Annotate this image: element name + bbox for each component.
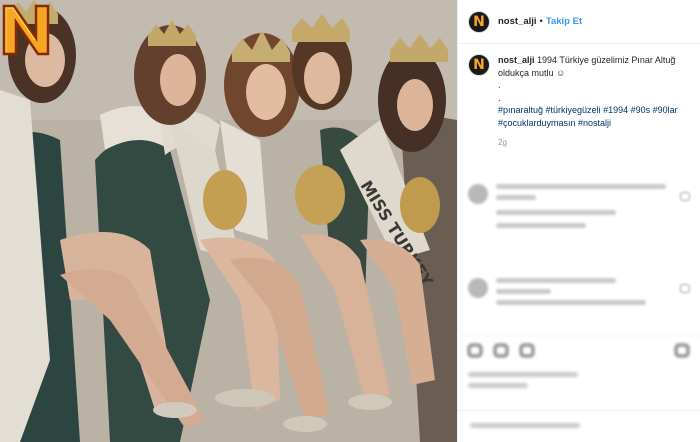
caption-username[interactable]: nost_alji (498, 55, 535, 65)
blurred-comment-2 (468, 278, 646, 311)
caption-avatar[interactable]: N (468, 54, 490, 76)
likes-count-blurred (468, 372, 578, 394)
action-bar (458, 335, 700, 365)
caption-body: nost_alji 1994 Türkiye güzelimiz Pınar A… (498, 54, 690, 150)
separator-dot: • (539, 16, 543, 27)
avatar-letter: N (473, 13, 485, 30)
post-header: N nost_alji • Takip Et (458, 0, 700, 44)
caption-dot-1: . (498, 80, 501, 90)
beauty-queens-photo: MISS TURKEY (0, 0, 457, 442)
bookmark-icon[interactable] (675, 344, 689, 357)
instagram-post-frame: MISS TURKEY N nost_alji • Takip Et N nos… (0, 0, 700, 442)
caption-avatar-letter: N (473, 57, 485, 73)
nostalji-logo-watermark (2, 4, 50, 56)
comment-heart-icon[interactable] (680, 284, 690, 293)
share-icon[interactable] (520, 344, 534, 357)
avatar[interactable]: N (468, 10, 490, 33)
add-comment-field[interactable] (458, 410, 700, 442)
heart-icon[interactable] (468, 344, 482, 357)
post-photo[interactable]: MISS TURKEY (0, 0, 457, 442)
comment-avatar (468, 184, 488, 204)
post-sidebar: N nost_alji • Takip Et N nost_alji 1994 … (457, 0, 700, 442)
comment-avatar (468, 278, 488, 298)
caption-hashtags[interactable]: #pınaraltuğ #türkiyegüzeli #1994 #90s #9… (498, 104, 690, 129)
caption-block: N nost_alji 1994 Türkiye güzelimiz Pınar… (458, 44, 700, 150)
follow-button[interactable]: Takip Et (546, 16, 582, 27)
blurred-comment-1 (468, 184, 666, 234)
caption-dot-2: . (498, 92, 501, 103)
comment-icon[interactable] (494, 344, 508, 357)
username-link[interactable]: nost_alji (498, 16, 537, 27)
post-timestamp: 2g (498, 138, 507, 147)
add-comment-placeholder (470, 423, 580, 428)
comment-heart-icon[interactable] (680, 192, 690, 201)
